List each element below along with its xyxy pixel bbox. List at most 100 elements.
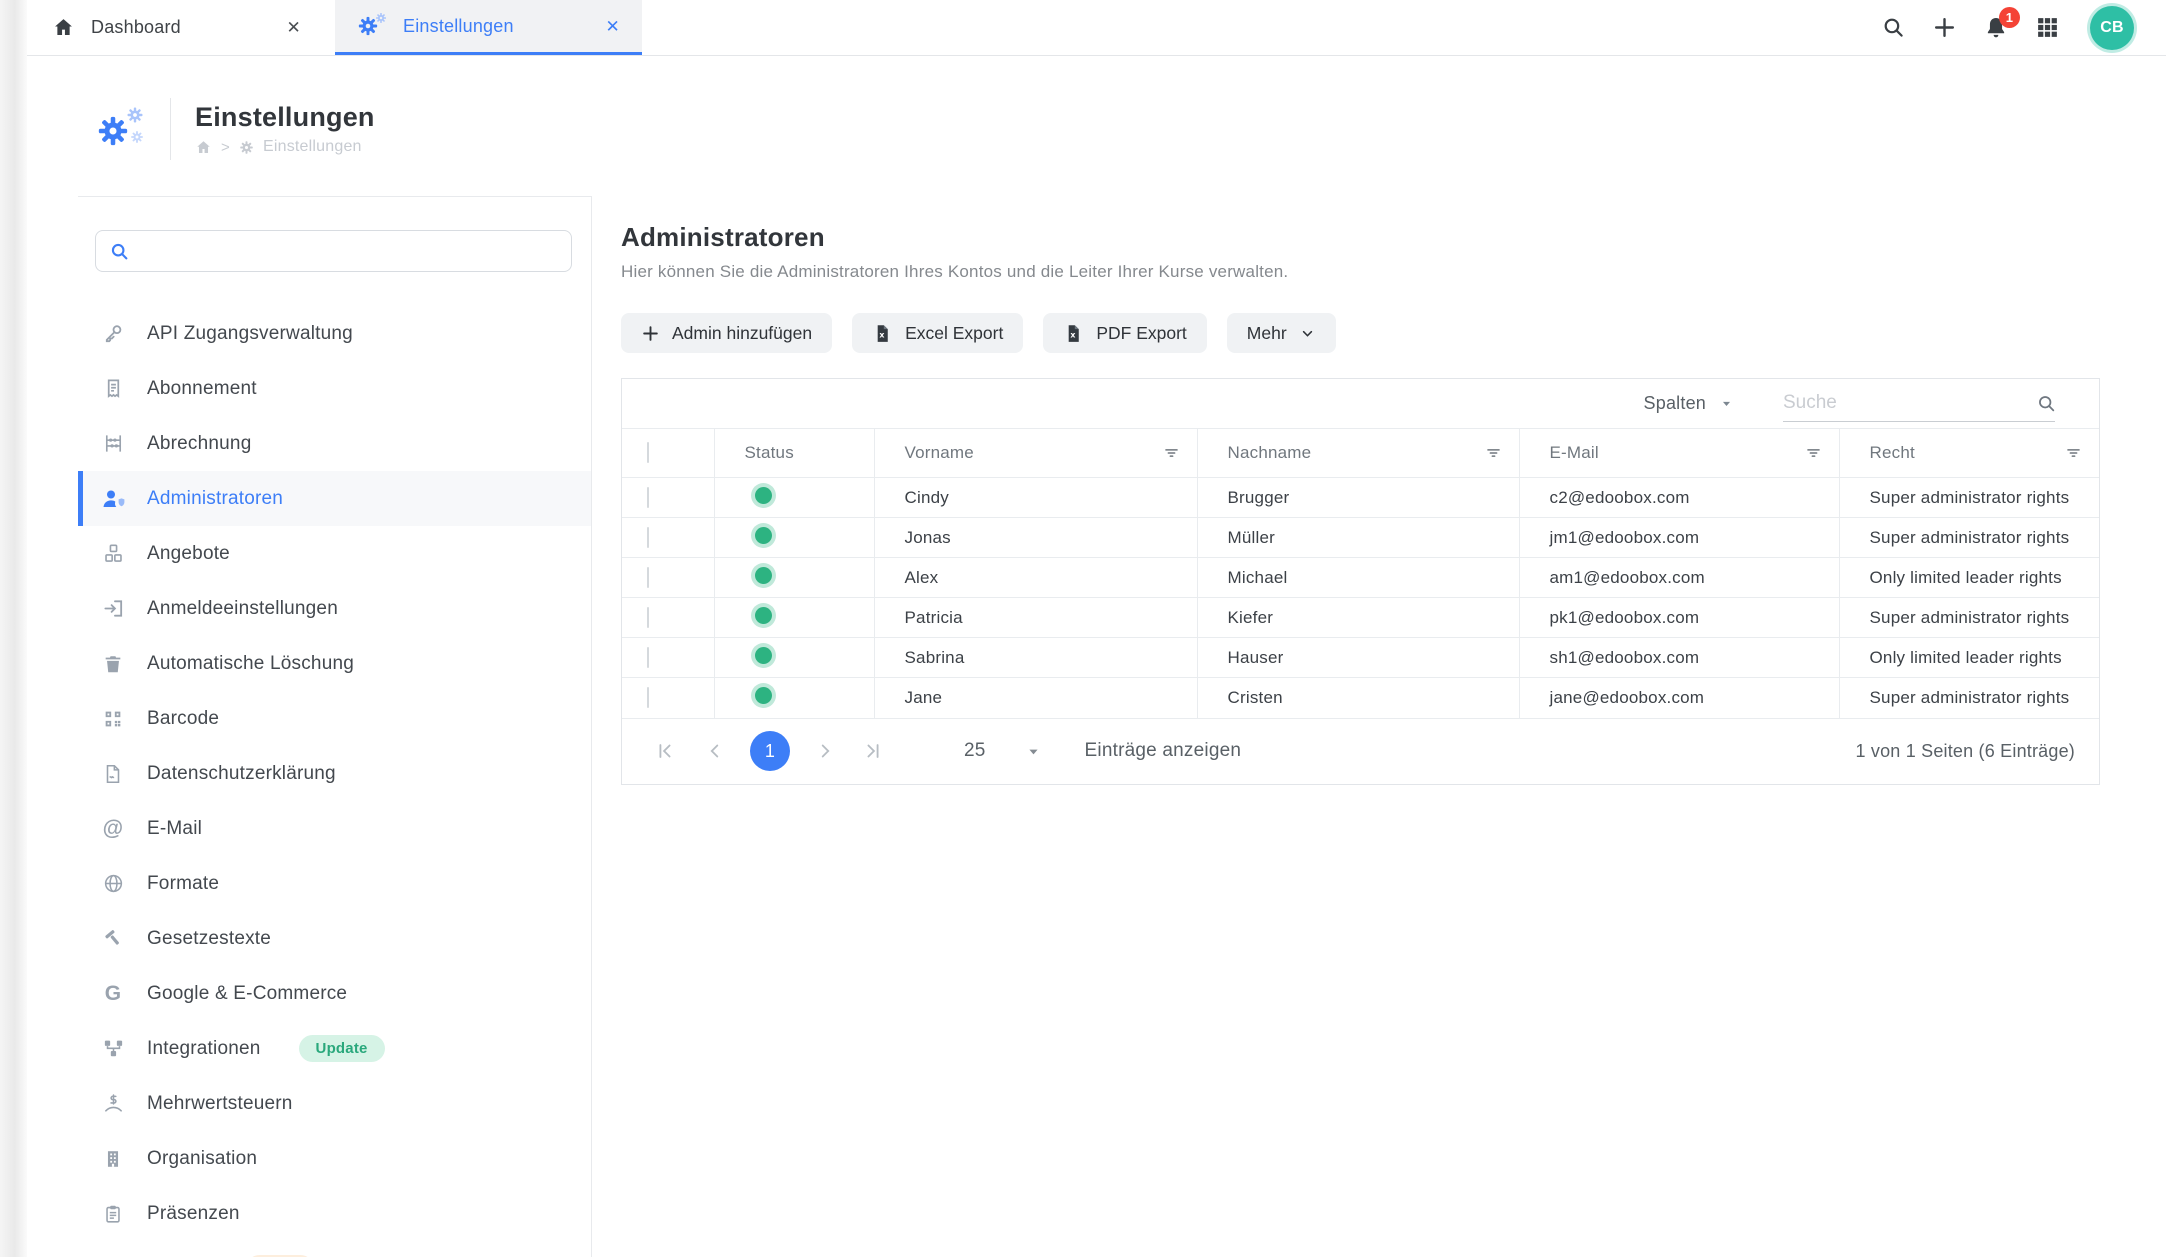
receipt-icon xyxy=(101,377,125,401)
cell-email: pk1@edoobox.com xyxy=(1550,608,1700,627)
filter-icon[interactable] xyxy=(1162,444,1181,463)
row-checkbox[interactable] xyxy=(647,687,649,708)
sidebar-item-datenschutzerklaerung[interactable]: Datenschutzerklärung xyxy=(78,746,591,801)
sidebar-item-automatische-loeschung[interactable]: Automatische Löschung xyxy=(78,636,591,691)
breadcrumb: > Einstellungen xyxy=(195,138,375,156)
row-checkbox[interactable] xyxy=(647,487,649,508)
sidebar-item-anmeldeeinstellungen[interactable]: Anmeldeeinstellungen xyxy=(78,581,591,636)
row-checkbox[interactable] xyxy=(647,567,649,588)
search-icon[interactable] xyxy=(1881,15,1906,40)
status-indicator xyxy=(755,487,772,504)
filter-icon[interactable] xyxy=(1484,444,1503,463)
select-all-checkbox[interactable] xyxy=(647,442,649,463)
topbar: Dashboard ✕ Einstellungen ✕ 1 xyxy=(27,0,2166,56)
sidebar-item-barcode[interactable]: Barcode xyxy=(78,691,591,746)
key-icon xyxy=(101,322,125,346)
pagination-next-button[interactable] xyxy=(814,740,836,762)
close-tab-icon[interactable]: ✕ xyxy=(287,19,301,36)
sidebar-item-rechte[interactable]: Rechte Beta xyxy=(78,1241,591,1257)
clipboard-icon xyxy=(101,1202,125,1226)
topbar-actions: 1 CB xyxy=(1855,0,2166,55)
pagination-summary: 1 von 1 Seiten (6 Einträge) xyxy=(1855,741,2075,762)
columns-dropdown[interactable]: Spalten xyxy=(1644,393,1733,414)
filter-icon[interactable] xyxy=(1804,444,1823,463)
filter-icon[interactable] xyxy=(2064,444,2083,463)
collapsed-nav-strip xyxy=(0,0,27,1257)
table-row[interactable]: Cindy Brugger c2@edoobox.com Super admin… xyxy=(622,478,2099,518)
page-header: Einstellungen > Einstellungen xyxy=(96,98,375,160)
table-search-input[interactable] xyxy=(1783,392,2028,414)
cubes-icon xyxy=(101,542,125,566)
breadcrumb-home-icon[interactable] xyxy=(195,139,212,156)
excel-export-button[interactable]: x Excel Export xyxy=(852,313,1023,353)
tab-label: Dashboard xyxy=(91,17,181,38)
status-indicator xyxy=(755,647,772,664)
column-header-nachname: Nachname xyxy=(1228,443,1312,462)
sidebar-item-angebote[interactable]: Angebote xyxy=(78,526,591,581)
table-row[interactable]: Patricia Kiefer pk1@edoobox.com Super ad… xyxy=(622,598,2099,638)
close-tab-icon[interactable]: ✕ xyxy=(606,18,620,35)
breadcrumb-gear-icon xyxy=(239,140,254,155)
divider xyxy=(170,98,171,160)
column-header-recht: Recht xyxy=(1870,443,1915,462)
more-button[interactable]: Mehr xyxy=(1227,313,1336,353)
page-size-label: Einträge anzeigen xyxy=(1085,740,1242,762)
table-row[interactable]: Sabrina Hauser sh1@edoobox.com Only limi… xyxy=(622,638,2099,678)
table-row[interactable]: Jane Cristen jane@edoobox.com Super admi… xyxy=(622,678,2099,718)
add-admin-button[interactable]: Admin hinzufügen xyxy=(621,313,832,353)
sidebar-item-abonnement[interactable]: Abonnement xyxy=(78,361,591,416)
table-row[interactable]: Jonas Müller jm1@edoobox.com Super admin… xyxy=(622,518,2099,558)
update-badge: Update xyxy=(299,1035,385,1062)
sidebar-item-email[interactable]: @ E-Mail xyxy=(78,801,591,856)
tab-dashboard[interactable]: Dashboard ✕ xyxy=(30,0,323,55)
pagination-current-page[interactable]: 1 xyxy=(750,731,790,771)
tab-einstellungen[interactable]: Einstellungen ✕ xyxy=(335,0,642,55)
table-row[interactable]: Alex Michael am1@edoobox.com Only limite… xyxy=(622,558,2099,598)
cell-recht: Super administrator rights xyxy=(1870,528,2070,547)
sidebar-item-praesenzen[interactable]: Präsenzen xyxy=(78,1186,591,1241)
cell-vorname: Alex xyxy=(905,568,939,587)
sidebar-search-input[interactable] xyxy=(140,241,558,261)
svg-text:x: x xyxy=(879,330,884,339)
pagination-last-button[interactable] xyxy=(862,740,884,762)
page-size-caret-icon[interactable] xyxy=(1026,744,1041,759)
row-checkbox[interactable] xyxy=(647,607,649,628)
main-content: Administratoren Hier können Sie die Admi… xyxy=(621,196,2100,785)
sidebar-item-abrechnung[interactable]: Abrechnung xyxy=(78,416,591,471)
row-checkbox[interactable] xyxy=(647,647,649,668)
excel-file-icon: x xyxy=(872,323,893,344)
avatar[interactable]: CB xyxy=(2090,6,2134,50)
search-icon[interactable] xyxy=(2036,393,2057,414)
apps-grid-icon[interactable] xyxy=(2035,15,2060,40)
sidebar-item-mehrwertsteuern[interactable]: Mehrwertsteuern xyxy=(78,1076,591,1131)
cell-recht: Super administrator rights xyxy=(1870,608,2070,627)
cell-vorname: Cindy xyxy=(905,488,949,507)
sidebar-item-integrationen[interactable]: Integrationen Update xyxy=(78,1021,591,1076)
sidebar-item-administratoren[interactable]: Administratoren xyxy=(78,471,591,526)
page-size-value[interactable]: 25 xyxy=(964,740,986,762)
notifications-bell-icon[interactable]: 1 xyxy=(1983,15,2009,41)
add-icon[interactable] xyxy=(1932,15,1957,40)
pdf-export-button[interactable]: x PDF Export xyxy=(1043,313,1206,353)
pagination-prev-button[interactable] xyxy=(704,740,726,762)
sidebar-item-api-zugangsverwaltung[interactable]: API Zugangsverwaltung xyxy=(78,306,591,361)
table-search xyxy=(1783,386,2055,422)
page-title: Einstellungen xyxy=(195,102,375,133)
google-icon: G xyxy=(101,982,125,1006)
cell-vorname: Patricia xyxy=(905,608,963,627)
cell-recht: Super administrator rights xyxy=(1870,488,2070,507)
cell-nachname: Kiefer xyxy=(1228,608,1274,627)
tab-label: Einstellungen xyxy=(403,16,514,37)
pagination-first-button[interactable] xyxy=(654,740,676,762)
sidebar-item-gesetzestexte[interactable]: Gesetzestexte xyxy=(78,911,591,966)
row-checkbox[interactable] xyxy=(647,527,649,548)
cell-recht: Only limited leader rights xyxy=(1870,648,2062,667)
sidebar-item-formate[interactable]: Formate xyxy=(78,856,591,911)
settings-gears-icon xyxy=(96,102,152,156)
globe-icon xyxy=(101,872,125,896)
sidebar-item-organisation[interactable]: Organisation xyxy=(78,1131,591,1186)
cell-nachname: Müller xyxy=(1228,528,1276,547)
admin-users-icon xyxy=(101,487,125,511)
pdf-file-icon: x xyxy=(1063,323,1084,344)
sidebar-item-google-ecommerce[interactable]: G Google & E-Commerce xyxy=(78,966,591,1021)
